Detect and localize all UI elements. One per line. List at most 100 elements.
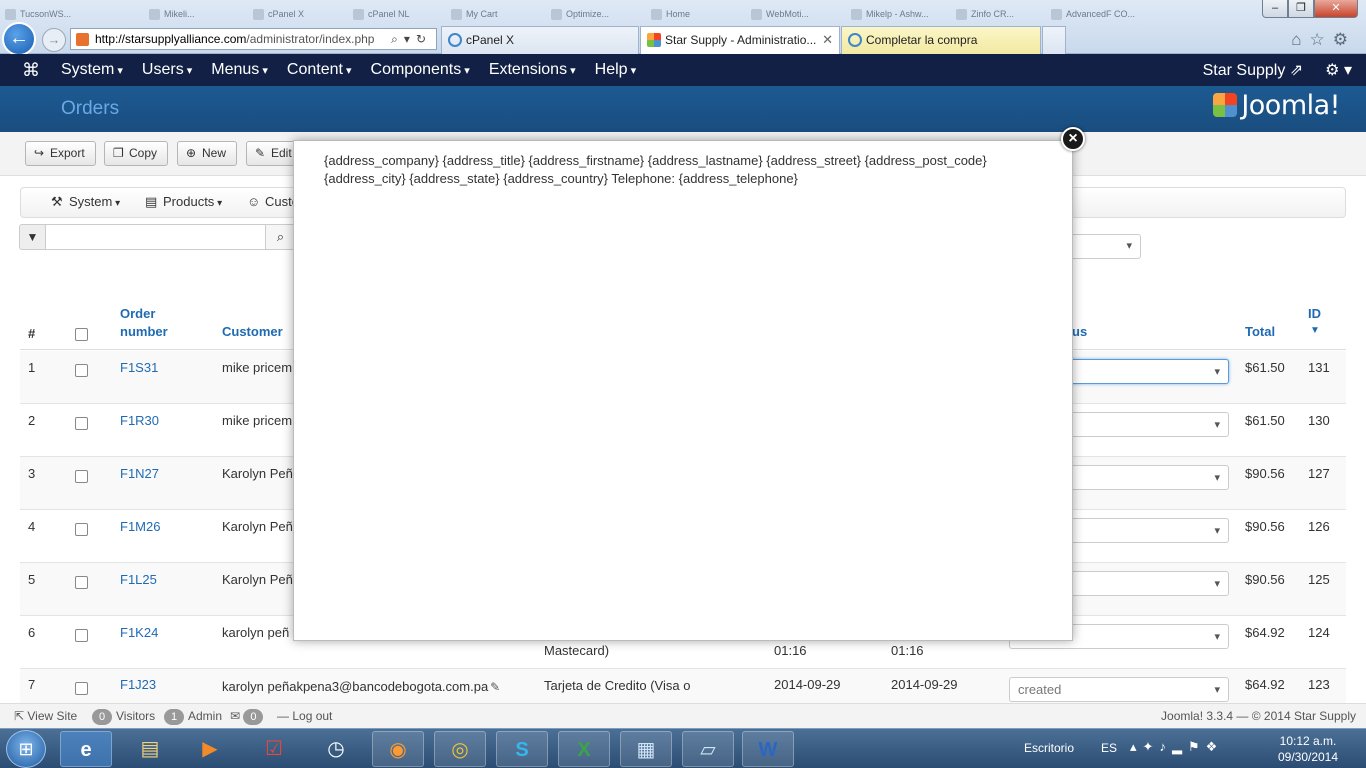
back-arrow-icon[interactable]: ← bbox=[2, 22, 36, 56]
header-total[interactable]: Total bbox=[1245, 323, 1275, 341]
refresh-icon[interactable]: ↻ bbox=[416, 32, 432, 46]
file-explorer-icon[interactable]: ▤ bbox=[124, 731, 176, 767]
submenu-products[interactable]: ▤ Products bbox=[145, 194, 222, 209]
start-button-icon[interactable]: ⊞ bbox=[6, 730, 46, 768]
dropdown-icon[interactable]: ▾ bbox=[404, 32, 416, 46]
top-tab[interactable]: cPanel X bbox=[250, 4, 340, 24]
top-tab[interactable]: Mikelp - Ashw... bbox=[848, 4, 953, 24]
order-number-link[interactable]: F1M26 bbox=[120, 519, 160, 534]
top-tab[interactable]: Zinfo CR... bbox=[953, 4, 1043, 24]
home-icon[interactable]: ⌂ bbox=[1291, 30, 1309, 49]
browser-chrome: TucsonWS... Mikeli... cPanel X cPanel NL… bbox=[0, 0, 1366, 56]
top-tab[interactable]: My Cart bbox=[448, 4, 538, 24]
remote-desktop-icon[interactable]: ▦ bbox=[620, 731, 672, 767]
top-tab[interactable]: Optimize... bbox=[548, 4, 643, 24]
view-site-link[interactable]: ⇱ View Site bbox=[14, 709, 77, 723]
row-checkbox[interactable] bbox=[75, 417, 88, 430]
menu-components[interactable]: Components bbox=[371, 61, 470, 79]
top-tab[interactable]: cPanel NL bbox=[350, 4, 440, 24]
export-button[interactable]: ↪ Export bbox=[25, 141, 96, 166]
top-tab[interactable]: WebMoti... bbox=[748, 4, 838, 24]
header-id[interactable]: ID bbox=[1308, 305, 1321, 323]
desktop-toolbar[interactable]: Escritorio bbox=[1024, 741, 1074, 755]
language-indicator[interactable]: ES bbox=[1101, 741, 1117, 755]
minimize-button[interactable]: – bbox=[1262, 0, 1288, 18]
maximize-button[interactable]: ❐ bbox=[1288, 0, 1314, 18]
list-limit-select[interactable] bbox=[1070, 234, 1141, 259]
close-tab-icon[interactable]: ✕ bbox=[822, 27, 833, 53]
order-number-link[interactable]: F1S31 bbox=[120, 360, 158, 375]
top-tab[interactable]: AdvancedF CO... bbox=[1048, 4, 1158, 24]
tray-up-arrow-icon[interactable]: ▴ bbox=[1130, 739, 1143, 754]
row-checkbox[interactable] bbox=[75, 629, 88, 642]
row-checkbox[interactable] bbox=[75, 523, 88, 536]
header-customer[interactable]: Customer bbox=[222, 323, 283, 341]
order-number-link[interactable]: F1N27 bbox=[120, 466, 159, 481]
order-number-link[interactable]: F1K24 bbox=[120, 625, 158, 640]
row-checkbox[interactable] bbox=[75, 576, 88, 589]
menu-extensions[interactable]: Extensions bbox=[489, 61, 576, 79]
media-player-icon[interactable]: ▶ bbox=[184, 731, 236, 767]
word-icon[interactable]: W bbox=[742, 731, 794, 767]
submenu-system[interactable]: ⚒ System bbox=[51, 194, 120, 209]
top-tab[interactable]: TucsonWS... bbox=[2, 4, 130, 24]
todoist-icon[interactable]: ☑ bbox=[248, 731, 300, 767]
menu-users[interactable]: Users bbox=[142, 61, 192, 79]
tab-completar-compra[interactable]: Completar la compra bbox=[841, 26, 1041, 54]
star-icon[interactable]: ☆ bbox=[1310, 30, 1333, 49]
signal-icon[interactable]: ▂ bbox=[1172, 739, 1188, 754]
system-clock[interactable]: 10:12 a.m. 09/30/2014 bbox=[1276, 733, 1340, 765]
header-status[interactable]: us bbox=[1072, 323, 1087, 341]
modal-close-icon[interactable]: × bbox=[1061, 127, 1085, 151]
joomla-logo-icon[interactable]: ⌘ bbox=[22, 60, 40, 81]
order-number-link[interactable]: F1L25 bbox=[120, 572, 157, 587]
tab-cpanel[interactable]: cPanel X bbox=[441, 26, 639, 54]
order-number-link[interactable]: F1J23 bbox=[120, 677, 156, 692]
firefox-icon[interactable]: ◉ bbox=[372, 731, 424, 767]
sort-desc-icon[interactable]: ▼ bbox=[1310, 322, 1320, 340]
clock-app-icon[interactable]: ◷ bbox=[310, 731, 362, 767]
copy-button[interactable]: ❐ Copy bbox=[104, 141, 169, 166]
tray-flag-icon[interactable]: ⚑ bbox=[1188, 739, 1206, 754]
gear-icon[interactable]: ⚙ bbox=[1333, 30, 1356, 49]
top-tab[interactable]: Mikeli... bbox=[146, 4, 246, 24]
user-gear-icon[interactable]: ⚙ ▾ bbox=[1325, 60, 1352, 80]
menu-help[interactable]: Help bbox=[595, 61, 636, 79]
search-input[interactable] bbox=[46, 224, 266, 250]
menu-content[interactable]: Content bbox=[287, 61, 352, 79]
volume-icon[interactable]: ♪ bbox=[1159, 739, 1172, 754]
search-icon[interactable]: ⌕ bbox=[391, 32, 404, 46]
address-bar[interactable]: http://starsupplyalliance.com/administra… bbox=[70, 28, 437, 50]
notes-icon[interactable]: ▱ bbox=[682, 731, 734, 767]
menu-menus[interactable]: Menus bbox=[211, 61, 268, 79]
internet-explorer-icon[interactable]: e bbox=[60, 731, 112, 767]
dropbox-icon[interactable]: ❖ bbox=[1206, 739, 1224, 754]
tab-star-supply[interactable]: Star Supply - Administratio... ✕ bbox=[640, 26, 840, 54]
row-checkbox[interactable] bbox=[75, 682, 88, 695]
order-total: $64.92 bbox=[1245, 625, 1285, 640]
status-select[interactable]: created bbox=[1009, 677, 1229, 702]
chrome-icon[interactable]: ◎ bbox=[434, 731, 486, 767]
forward-arrow-icon[interactable]: → bbox=[42, 28, 66, 52]
pencil-icon[interactable]: ✎ bbox=[490, 680, 500, 694]
new-button[interactable]: ⊕ New bbox=[177, 141, 238, 166]
top-tab[interactable]: Home bbox=[648, 4, 743, 24]
search-icon[interactable]: ⌕ bbox=[266, 224, 296, 250]
new-tab-button[interactable] bbox=[1042, 26, 1066, 54]
excel-icon[interactable]: X bbox=[558, 731, 610, 767]
messages-status[interactable]: ✉ 0 bbox=[230, 709, 267, 725]
order-total: $90.56 bbox=[1245, 519, 1285, 534]
row-checkbox[interactable] bbox=[75, 364, 88, 377]
site-link[interactable]: Star Supply ⇗ bbox=[1203, 60, 1304, 80]
customer-name: mike pricem bbox=[222, 413, 293, 428]
order-number-link[interactable]: F1R30 bbox=[120, 413, 159, 428]
select-all-checkbox[interactable] bbox=[75, 328, 88, 341]
tray-app-icon[interactable]: ✦ bbox=[1143, 739, 1160, 754]
menu-system[interactable]: System bbox=[61, 61, 123, 79]
filter-icon[interactable]: ▼ bbox=[19, 224, 46, 250]
logout-link[interactable]: — Log out bbox=[277, 709, 332, 723]
skype-icon[interactable]: S bbox=[496, 731, 548, 767]
header-order-number[interactable]: Order number bbox=[120, 305, 180, 341]
close-window-button[interactable]: ✕ bbox=[1314, 0, 1358, 18]
row-checkbox[interactable] bbox=[75, 470, 88, 483]
